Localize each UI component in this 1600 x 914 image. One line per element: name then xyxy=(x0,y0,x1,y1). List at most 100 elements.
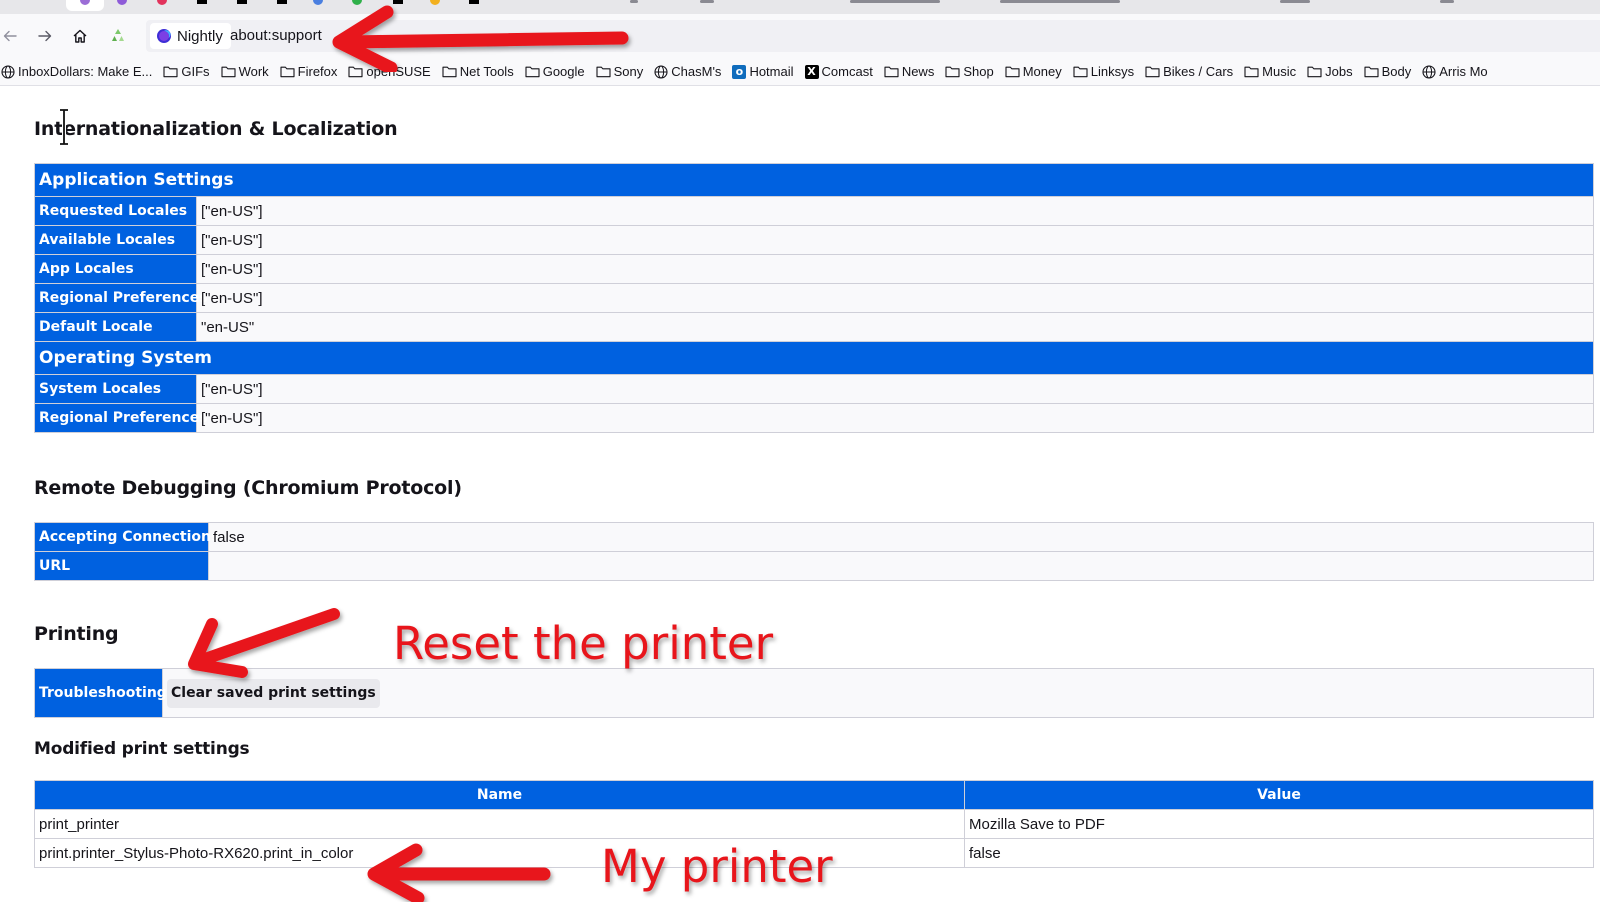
table-row: print_printer Mozilla Save to PDF xyxy=(34,809,1594,839)
annotation-text-reset: Reset the printer xyxy=(393,617,774,670)
arrow-left-icon xyxy=(3,30,17,42)
identity-label: Nightly xyxy=(177,27,223,45)
section-title-intl: Internationalization & Localization xyxy=(34,118,398,140)
column-header-value: Value xyxy=(964,780,1594,810)
row-value: ["en-US"] xyxy=(196,283,1594,313)
bookmark-label: ChasM's xyxy=(671,64,722,79)
table-header-row: Name Value xyxy=(34,780,1594,810)
bookmark-item[interactable]: GIFs xyxy=(163,64,210,79)
row-key: System Locales xyxy=(34,374,197,404)
row-key: Requested Locales xyxy=(34,196,197,226)
bookmark-label: Jobs xyxy=(1325,64,1353,79)
table-row: App Locales ["en-US"] xyxy=(34,254,1594,284)
bookmark-item[interactable]: Work xyxy=(221,64,269,79)
bookmark-item[interactable]: o Hotmail xyxy=(732,64,794,79)
annotation-arrow-reset xyxy=(188,608,340,678)
url-text[interactable]: about:support xyxy=(230,27,322,44)
folder-icon xyxy=(945,65,960,78)
bookmark-label: Work xyxy=(238,64,269,79)
folder-icon xyxy=(163,65,178,78)
bookmarks-toolbar: InboxDollars: Make E... GIFs Work Firefox op… xyxy=(0,58,1600,86)
remote-debugging-table: Accepting Connections false URL xyxy=(34,522,1594,581)
bookmark-item[interactable]: News xyxy=(884,64,935,79)
globe-icon xyxy=(1,64,15,79)
folder-icon xyxy=(280,65,295,78)
row-key: App Locales xyxy=(34,254,197,284)
group-header-row: Application Settings xyxy=(34,163,1594,197)
bookmark-label: Music xyxy=(1262,64,1297,79)
row-value: ["en-US"] xyxy=(196,196,1594,226)
annotation-arrow-my-printer xyxy=(367,843,551,902)
bookmark-item[interactable]: Jobs xyxy=(1307,64,1353,79)
navigation-toolbar: Nightly about:support xyxy=(0,14,1600,58)
column-header-name: Name xyxy=(34,780,965,810)
bookmark-label: Shop xyxy=(963,64,994,79)
bookmark-label: Arris Mo xyxy=(1439,64,1488,79)
bookmark-label: Body xyxy=(1381,64,1412,79)
bookmark-label: InboxDollars: Make E... xyxy=(18,64,153,79)
row-key: Accepting Connections xyxy=(34,522,219,552)
folder-icon xyxy=(1145,65,1160,78)
bookmark-label: Linksys xyxy=(1090,64,1135,79)
row-value: ["en-US"] xyxy=(196,403,1594,433)
row-key: Regional Preferences xyxy=(34,403,208,433)
table-row: URL xyxy=(34,551,1594,581)
section-title-remote-debugging: Remote Debugging (Chromium Protocol) xyxy=(34,477,462,499)
table-row: Accepting Connections false xyxy=(34,522,1594,552)
text-cursor-icon xyxy=(60,108,68,146)
folder-icon xyxy=(884,65,899,78)
bookmark-item[interactable]: Shop xyxy=(945,64,994,79)
folder-icon xyxy=(221,65,236,78)
forward-button[interactable] xyxy=(31,22,59,50)
table-row: System Locales ["en-US"] xyxy=(34,374,1594,404)
bookmark-item[interactable]: X Comcast xyxy=(804,64,873,79)
bookmark-item[interactable]: InboxDollars: Make E... xyxy=(1,64,152,79)
folder-icon xyxy=(1364,65,1379,78)
bookmark-item[interactable]: Arris Mo xyxy=(1422,64,1488,79)
bookmark-item[interactable]: ChasM's xyxy=(654,64,721,79)
row-value xyxy=(208,551,1594,581)
identity-box[interactable]: Nightly xyxy=(150,23,231,49)
bookmark-item[interactable]: Music xyxy=(1244,64,1296,79)
globe-icon xyxy=(654,64,668,79)
annotation-arrow-url xyxy=(332,5,629,72)
row-key: URL xyxy=(34,551,209,581)
tab-favicon xyxy=(197,0,207,4)
bookmark-label: Comcast xyxy=(821,64,873,79)
folder-icon xyxy=(1073,65,1088,78)
bookmark-item[interactable]: Bikes / Cars xyxy=(1145,64,1233,79)
bookmark-label: Money xyxy=(1022,64,1062,79)
tab-title-fragment xyxy=(1440,0,1454,3)
nightly-logo-icon xyxy=(157,29,171,43)
tab-title-fragment xyxy=(700,0,714,3)
outlook-icon: o xyxy=(732,64,747,79)
globe-icon xyxy=(1422,64,1436,79)
print-setting-value: Mozilla Save to PDF xyxy=(964,809,1594,839)
home-button[interactable] xyxy=(66,22,94,50)
section-title-printing: Printing xyxy=(34,623,119,645)
tab-favicon xyxy=(117,0,127,5)
bookmark-item[interactable]: Body xyxy=(1364,64,1412,79)
row-value: false xyxy=(208,522,1594,552)
intl-table: Application Settings Requested Locales ["… xyxy=(34,163,1594,433)
group-header-os: Operating System xyxy=(34,341,1594,375)
bookmark-item[interactable]: Linksys xyxy=(1073,64,1134,79)
table-row: Available Locales ["en-US"] xyxy=(34,225,1594,255)
x-icon: X xyxy=(804,64,819,79)
folder-icon xyxy=(1005,65,1020,78)
table-row: Requested Locales ["en-US"] xyxy=(34,196,1594,226)
tab-favicon xyxy=(313,0,323,5)
folder-icon xyxy=(1307,65,1322,78)
tab-title-fragment xyxy=(1280,0,1310,3)
bookmark-item[interactable]: Money xyxy=(1005,64,1062,79)
back-button[interactable] xyxy=(0,22,24,50)
extension-button[interactable] xyxy=(104,22,132,50)
row-value: ["en-US"] xyxy=(196,254,1594,284)
group-header-application: Application Settings xyxy=(34,163,1594,197)
tab-favicon xyxy=(157,0,167,5)
tab-title-fragment xyxy=(850,0,940,3)
table-row: Default Locale "en-US" xyxy=(34,312,1594,342)
bookmark-label: News xyxy=(901,64,935,79)
row-key: Available Locales xyxy=(34,225,197,255)
print-setting-value: false xyxy=(964,838,1594,868)
